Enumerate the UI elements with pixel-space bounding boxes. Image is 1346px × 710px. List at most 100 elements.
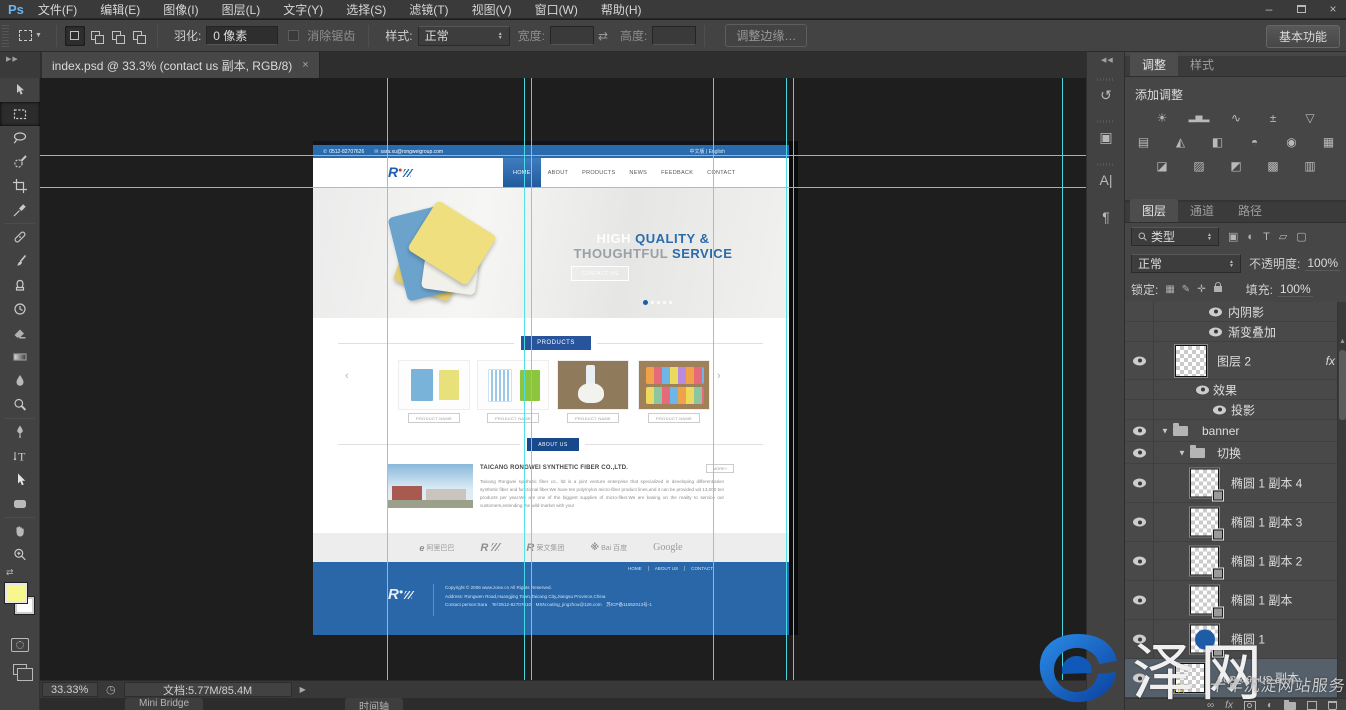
type-layer-filter-icon[interactable]: T — [1263, 231, 1270, 243]
width-input[interactable] — [550, 26, 594, 45]
product-name-button[interactable]: PRODUCT NAME — [408, 413, 460, 423]
tab-timeline[interactable]: 时间轴 — [345, 698, 403, 710]
restore-button[interactable] — [1292, 2, 1310, 16]
site-nav-products[interactable]: PRODUCTS — [575, 170, 622, 176]
layer-row-ellipse1[interactable]: 椭圆 1 — [1125, 620, 1346, 659]
layer-group-banner[interactable]: ▼ banner — [1125, 420, 1346, 442]
site-language-switch[interactable]: 中文版 | English — [689, 148, 725, 155]
guide-vertical[interactable] — [713, 78, 714, 680]
quick-selection-tool[interactable] — [0, 150, 40, 174]
carousel-dot[interactable] — [669, 301, 672, 304]
pixel-layer-filter-icon[interactable]: ▣ — [1228, 230, 1238, 243]
guide-vertical[interactable] — [793, 78, 794, 680]
lock-transparency-icon[interactable]: ▦ — [1165, 284, 1174, 295]
opacity-value[interactable]: 100% — [1305, 256, 1340, 271]
character-panel-button[interactable]: A| — [1087, 154, 1125, 196]
partner-google[interactable]: Google — [653, 542, 682, 553]
history-brush-tool[interactable] — [0, 297, 40, 321]
menu-select[interactable]: 选择(S) — [346, 1, 386, 18]
new-layer-icon[interactable] — [1307, 701, 1317, 710]
path-selection-tool[interactable] — [0, 468, 40, 492]
type-tool[interactable]: T — [0, 444, 40, 468]
partner-rongwei-logo[interactable]: R — [480, 542, 500, 554]
tab-mini-bridge[interactable]: Mini Bridge — [125, 698, 203, 710]
lock-paint-icon[interactable]: ✎ — [1182, 284, 1190, 295]
gradient-map-icon[interactable]: ▩ — [1261, 157, 1285, 174]
visibility-eye-icon[interactable] — [1133, 356, 1146, 365]
lasso-tool[interactable] — [0, 126, 40, 150]
partner-baidu[interactable]: ※Bai 百度 — [590, 542, 627, 553]
product-card[interactable] — [398, 360, 470, 410]
carousel-dot[interactable] — [657, 301, 660, 304]
smart-object-filter-icon[interactable]: ▢ — [1296, 230, 1306, 243]
link-layers-icon[interactable]: ∞ — [1207, 701, 1214, 710]
vibrance-icon[interactable]: ▽ — [1298, 109, 1322, 126]
visibility-eye-icon[interactable] — [1209, 327, 1222, 336]
layer-effect-gradient-overlay[interactable]: 渐变叠加 — [1125, 322, 1346, 342]
layer-effect-drop-shadow[interactable]: 投影 — [1125, 400, 1346, 420]
layer-thumbnail[interactable] — [1190, 508, 1219, 537]
layers-scrollbar[interactable]: ▲ — [1337, 302, 1346, 698]
blend-mode-dropdown[interactable]: 正常 ▲▼ — [1131, 254, 1241, 273]
rounded-rectangle-tool[interactable] — [0, 492, 40, 516]
layer-thumbnail[interactable]: ⚠ — [1175, 663, 1205, 693]
workspace-switcher-button[interactable]: 基本功能 — [1266, 25, 1340, 48]
visibility-eye-icon[interactable] — [1133, 448, 1146, 457]
brightness-contrast-icon[interactable]: ☀ — [1150, 109, 1174, 126]
invert-icon[interactable]: ◪ — [1150, 157, 1174, 174]
new-adjustment-layer-icon[interactable]: ◐ — [1267, 701, 1273, 710]
canvas-area[interactable]: ✆0512-82707626 ✉sara.xu@rongweigroup.com… — [40, 78, 1086, 680]
selection-mode-new-button[interactable] — [65, 26, 85, 46]
properties-panel-button[interactable]: ▣ — [1087, 112, 1125, 154]
eraser-tool[interactable] — [0, 321, 40, 345]
minimize-button[interactable]: – — [1260, 2, 1278, 16]
guide-vertical[interactable] — [524, 78, 525, 680]
partner-rongwen-group[interactable]: R荣文集团 — [526, 542, 564, 554]
partner-alibaba[interactable]: e阿里巴巴 — [419, 543, 454, 553]
site-nav-news[interactable]: NEWS — [622, 170, 654, 176]
banner-contact-button[interactable]: CONTACT US — [571, 266, 629, 281]
rectangular-marquee-tool[interactable] — [0, 102, 40, 126]
dodge-tool[interactable] — [0, 393, 40, 417]
channel-mixer-icon[interactable]: ◉ — [1280, 133, 1304, 150]
carousel-prev-arrow[interactable]: ‹ — [345, 370, 349, 382]
swap-colors-icon[interactable]: ⇄ — [0, 567, 40, 579]
about-more-button[interactable]: MORE+ — [706, 464, 734, 473]
document-tab[interactable]: index.psd @ 33.3% (contact us 副本, RGB/8)… — [42, 52, 320, 78]
product-card[interactable] — [477, 360, 549, 410]
feather-input[interactable]: 0 像素 — [206, 26, 278, 45]
carousel-dot[interactable] — [663, 301, 666, 304]
eyedropper-tool[interactable] — [0, 198, 40, 222]
dock-expand-button[interactable]: ◀◀ — [1087, 52, 1124, 70]
carousel-dots[interactable] — [643, 300, 672, 305]
menu-image[interactable]: 图像(I) — [163, 1, 198, 18]
menu-view[interactable]: 视图(V) — [472, 1, 512, 18]
site-nav-home[interactable]: HOME — [503, 158, 541, 188]
move-tool[interactable] — [0, 78, 40, 102]
crop-tool[interactable] — [0, 174, 40, 198]
carousel-dot-active[interactable] — [643, 300, 648, 305]
tab-adjustments[interactable]: 调整 — [1130, 53, 1178, 76]
add-mask-icon[interactable] — [1244, 701, 1256, 710]
lock-move-icon[interactable]: ✛ — [1197, 284, 1205, 295]
menu-window[interactable]: 窗口(W) — [535, 1, 578, 18]
selection-mode-add-button[interactable] — [86, 26, 106, 46]
menu-file[interactable]: 文件(F) — [38, 1, 77, 18]
layer-row-ellipse-copy2[interactable]: 椭圆 1 副本 2 — [1125, 542, 1346, 581]
guide-vertical[interactable] — [531, 78, 532, 680]
layer-thumbnail[interactable] — [1190, 625, 1219, 654]
visibility-eye-icon[interactable] — [1133, 635, 1146, 644]
tab-paths[interactable]: 路径 — [1226, 199, 1274, 222]
site-nav-feedback[interactable]: FEEDBACK — [654, 170, 700, 176]
site-nav-about[interactable]: ABOUT — [541, 170, 575, 176]
carousel-next-arrow[interactable]: › — [717, 370, 721, 382]
menu-type[interactable]: 文字(Y) — [283, 1, 323, 18]
guide-vertical[interactable] — [1062, 78, 1063, 680]
layer-group-switch[interactable]: ▼ 切换 — [1125, 442, 1346, 464]
layer-row-ellipse-copy4[interactable]: 椭圆 1 副本 4 — [1125, 464, 1346, 503]
curves-icon[interactable]: ∿ — [1224, 109, 1248, 126]
fx-badge[interactable]: fx — [1326, 354, 1335, 368]
clone-stamp-tool[interactable] — [0, 273, 40, 297]
layer-thumbnail[interactable] — [1190, 469, 1219, 498]
paragraph-panel-button[interactable]: ¶ — [1087, 196, 1125, 238]
